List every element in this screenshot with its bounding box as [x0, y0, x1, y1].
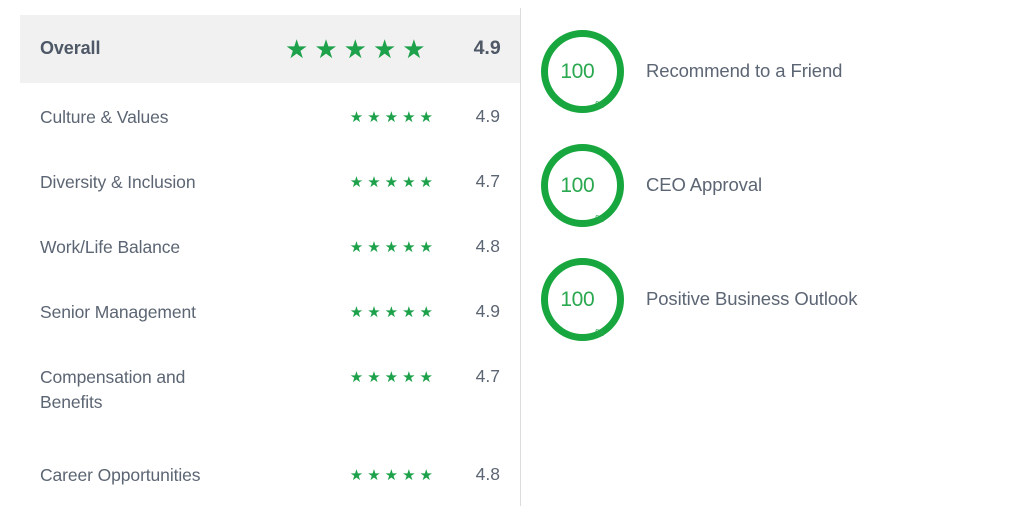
star-rating: ★ ★ ★ ★ ★	[285, 468, 474, 483]
rating-value: 4.9	[474, 108, 520, 126]
percent-sign-icon: %	[594, 328, 604, 342]
table-row[interactable]: Culture & Values ★ ★ ★ ★ ★ 4.9	[20, 95, 520, 139]
table-row[interactable]: Work/Life Balance ★ ★ ★ ★ ★ 4.8	[20, 225, 520, 269]
rating-label: Overall	[20, 36, 285, 62]
rating-value: 4.9	[474, 303, 520, 321]
rating-label: Diversity & Inclusion	[20, 170, 285, 195]
rating-value: 4.7	[474, 355, 520, 386]
star-rating: ★ ★ ★ ★ ★	[285, 305, 474, 320]
star-rating: ★ ★ ★ ★ ★	[220, 355, 474, 385]
table-row[interactable]: Senior Management ★ ★ ★ ★ ★ 4.9	[20, 290, 520, 334]
star-icon: ★	[385, 110, 398, 125]
star-icon: ★	[367, 175, 380, 190]
stat-ceo-approval[interactable]: 100% CEO Approval	[541, 144, 762, 227]
progress-ring-icon: 100%	[541, 30, 624, 113]
rating-label: Compensation and Benefits	[20, 355, 220, 415]
stat-percent-value: 100	[560, 175, 594, 196]
star-icon: ★	[385, 175, 398, 190]
progress-ring-label: 100%	[541, 258, 624, 341]
stat-label: Positive Business Outlook	[624, 287, 857, 311]
star-icon: ★	[385, 370, 398, 385]
rating-label: Career Opportunities	[20, 463, 285, 488]
star-icon: ★	[350, 305, 363, 320]
star-rating: ★ ★ ★ ★ ★	[285, 175, 474, 190]
rating-value: 4.8	[474, 238, 520, 256]
star-icon: ★	[402, 240, 415, 255]
progress-ring-icon: 100%	[541, 144, 624, 227]
star-icon: ★	[402, 36, 425, 62]
star-icon: ★	[367, 240, 380, 255]
star-icon: ★	[385, 305, 398, 320]
star-rating: ★ ★ ★ ★ ★	[285, 240, 474, 255]
star-icon: ★	[420, 305, 433, 320]
percent-sign-icon: %	[594, 100, 604, 114]
star-icon: ★	[350, 370, 363, 385]
table-row[interactable]: Diversity & Inclusion ★ ★ ★ ★ ★ 4.7	[20, 160, 520, 204]
rating-label: Culture & Values	[20, 105, 285, 130]
star-rating: ★ ★ ★ ★ ★	[285, 36, 474, 62]
star-icon: ★	[420, 370, 433, 385]
stat-label: CEO Approval	[624, 173, 762, 197]
stat-positive-business-outlook[interactable]: 100% Positive Business Outlook	[541, 258, 857, 341]
star-icon: ★	[367, 305, 380, 320]
star-icon: ★	[350, 468, 363, 483]
rating-value: 4.8	[474, 466, 520, 484]
star-icon: ★	[402, 370, 415, 385]
star-icon: ★	[420, 240, 433, 255]
star-rating: ★ ★ ★ ★ ★	[285, 110, 474, 125]
progress-ring-label: 100%	[541, 30, 624, 113]
rating-value: 4.9	[474, 39, 521, 59]
star-icon: ★	[385, 468, 398, 483]
star-icon: ★	[367, 110, 380, 125]
star-icon: ★	[285, 36, 308, 62]
star-icon: ★	[420, 468, 433, 483]
progress-ring-icon: 100%	[541, 258, 624, 341]
progress-ring-label: 100%	[541, 144, 624, 227]
star-icon: ★	[402, 110, 415, 125]
stats-panel: 100% Recommend to a Friend 100% CEO Appr…	[521, 0, 1024, 519]
stat-percent-value: 100	[560, 289, 594, 310]
star-icon: ★	[420, 175, 433, 190]
stat-label: Recommend to a Friend	[624, 59, 842, 83]
rating-value: 4.7	[474, 173, 520, 191]
rating-label: Senior Management	[20, 300, 285, 325]
table-row[interactable]: Compensation and Benefits ★ ★ ★ ★ ★ 4.7	[20, 355, 520, 425]
star-icon: ★	[385, 240, 398, 255]
ratings-panel: Overall ★ ★ ★ ★ ★ 4.9 Culture & Values ★…	[0, 0, 521, 519]
star-icon: ★	[373, 36, 396, 62]
star-icon: ★	[350, 175, 363, 190]
star-icon: ★	[350, 110, 363, 125]
star-icon: ★	[402, 175, 415, 190]
stat-recommend-to-a-friend[interactable]: 100% Recommend to a Friend	[541, 30, 842, 113]
star-icon: ★	[402, 468, 415, 483]
table-row[interactable]: Career Opportunities ★ ★ ★ ★ ★ 4.8	[20, 453, 520, 497]
stat-percent-value: 100	[560, 61, 594, 82]
star-icon: ★	[420, 110, 433, 125]
star-icon: ★	[402, 305, 415, 320]
rating-row-overall[interactable]: Overall ★ ★ ★ ★ ★ 4.9	[20, 15, 520, 83]
star-icon: ★	[350, 240, 363, 255]
star-icon: ★	[367, 468, 380, 483]
star-icon: ★	[367, 370, 380, 385]
star-icon: ★	[314, 36, 337, 62]
rating-label: Work/Life Balance	[20, 235, 285, 260]
star-icon: ★	[344, 36, 367, 62]
percent-sign-icon: %	[594, 214, 604, 228]
